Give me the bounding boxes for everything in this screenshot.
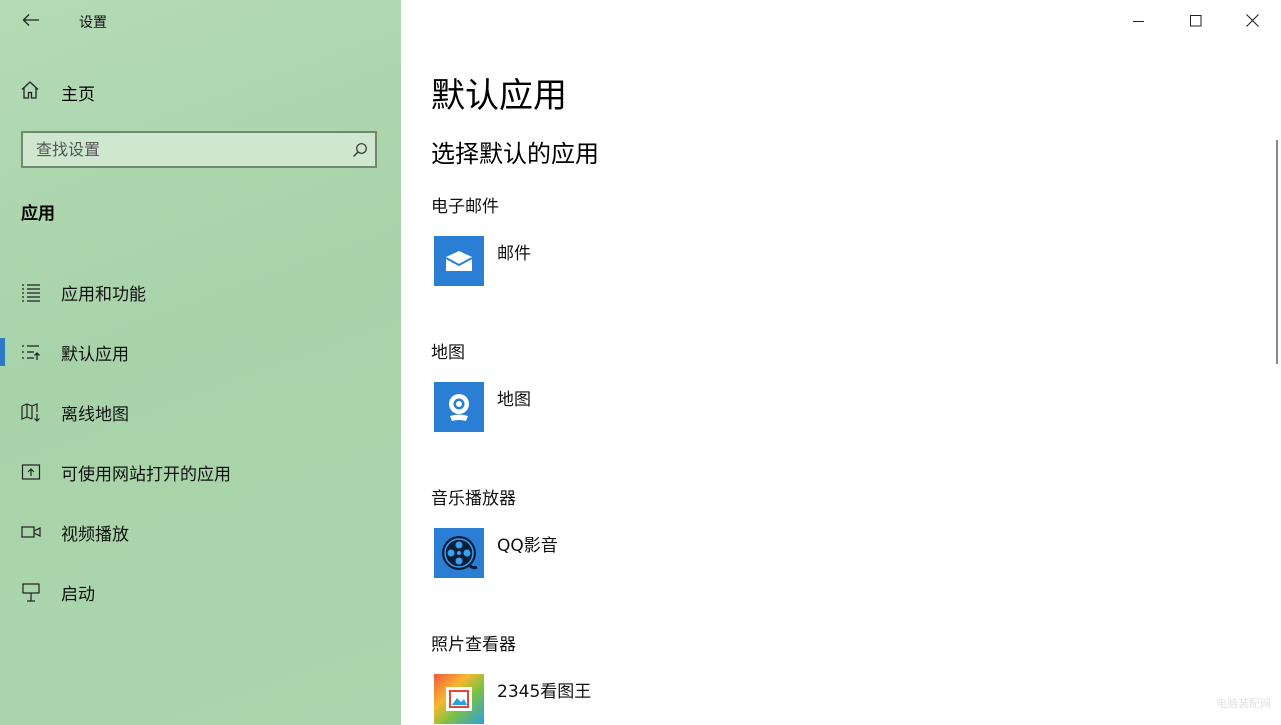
- category-label: 音乐播放器: [431, 489, 516, 509]
- close-button[interactable]: [1224, 0, 1281, 42]
- photo-viewer-app-icon: [434, 674, 484, 724]
- selection-indicator: [0, 338, 5, 366]
- sidebar-item-label: 可使用网站打开的应用: [61, 464, 231, 485]
- default-app-button[interactable]: 2345看图王: [431, 674, 591, 724]
- sidebar-nav: 应用和功能 默认应用 离线地图 可使用网站打开的应用 视频播放 启动: [0, 262, 401, 622]
- settings-window: 设置 主页 应用: [0, 0, 1281, 725]
- back-arrow-icon: [22, 12, 40, 31]
- app-name: 2345看图王: [497, 682, 592, 702]
- title-bar: 设置: [0, 0, 401, 42]
- default-app-button[interactable]: 地图: [431, 382, 531, 432]
- default-apps-icon: [21, 342, 41, 362]
- sidebar-item-apps-features[interactable]: 应用和功能: [0, 262, 401, 322]
- category-email: 电子邮件 邮件: [431, 192, 1031, 286]
- maps-app-icon: [434, 382, 484, 432]
- default-app-button[interactable]: QQ影音: [431, 528, 558, 578]
- maximize-button[interactable]: [1167, 0, 1224, 42]
- back-button[interactable]: [12, 5, 50, 37]
- sidebar-item-label: 离线地图: [61, 404, 129, 425]
- app-name: 邮件: [497, 244, 531, 264]
- category-photo-viewer: 照片查看器 2345看图王: [431, 630, 1031, 724]
- sidebar-item-label: 默认应用: [61, 344, 129, 365]
- watermark: 电脑装配网: [1216, 697, 1271, 710]
- page-title: 默认应用: [431, 76, 567, 116]
- sidebar-item-label: 应用和功能: [61, 284, 146, 305]
- home-label: 主页: [61, 84, 95, 105]
- window-controls: [1110, 0, 1281, 42]
- sidebar-item-home[interactable]: 主页: [0, 72, 401, 112]
- search-icon[interactable]: [345, 133, 375, 166]
- category-label: 电子邮件: [431, 197, 499, 217]
- sidebar-item-label: 启动: [61, 584, 95, 605]
- scrollbar[interactable]: [1276, 140, 1278, 364]
- minimize-button[interactable]: [1110, 0, 1167, 42]
- category-label: 地图: [431, 343, 465, 363]
- sidebar-item-apps-for-websites[interactable]: 可使用网站打开的应用: [0, 442, 401, 502]
- sidebar-item-default-apps[interactable]: 默认应用: [0, 322, 401, 382]
- search-box: [21, 131, 377, 168]
- offline-map-icon: [21, 402, 41, 422]
- list-icon: [21, 282, 41, 302]
- qq-player-app-icon: [434, 528, 484, 578]
- startup-icon: [21, 582, 41, 602]
- default-app-button[interactable]: 邮件: [431, 236, 531, 286]
- sidebar-item-label: 视频播放: [61, 524, 129, 545]
- search-input[interactable]: [23, 132, 345, 167]
- category-music-player: 音乐播放器 QQ影音: [431, 484, 1031, 578]
- app-name: 地图: [497, 390, 531, 410]
- maximize-icon: [1189, 12, 1202, 31]
- sidebar-item-startup[interactable]: 启动: [0, 562, 401, 622]
- close-icon: [1246, 12, 1259, 31]
- category-label: 照片查看器: [431, 635, 516, 655]
- minimize-icon: [1132, 12, 1145, 31]
- open-in-app-icon: [21, 462, 41, 482]
- page-subtitle: 选择默认的应用: [431, 140, 599, 168]
- category-maps: 地图 地图: [431, 338, 1031, 432]
- main-content: 默认应用 选择默认的应用 电子邮件 邮件 地图 地图 音乐播放器 QQ影音 照片…: [401, 0, 1281, 725]
- section-heading: 应用: [21, 204, 55, 224]
- mail-app-icon: [434, 236, 484, 286]
- home-icon: [20, 80, 40, 104]
- app-name: QQ影音: [497, 536, 558, 556]
- window-title: 设置: [79, 15, 107, 31]
- sidebar-item-offline-maps[interactable]: 离线地图: [0, 382, 401, 442]
- sidebar-item-video-playback[interactable]: 视频播放: [0, 502, 401, 562]
- video-icon: [21, 522, 41, 542]
- sidebar: 设置 主页 应用: [0, 0, 401, 725]
